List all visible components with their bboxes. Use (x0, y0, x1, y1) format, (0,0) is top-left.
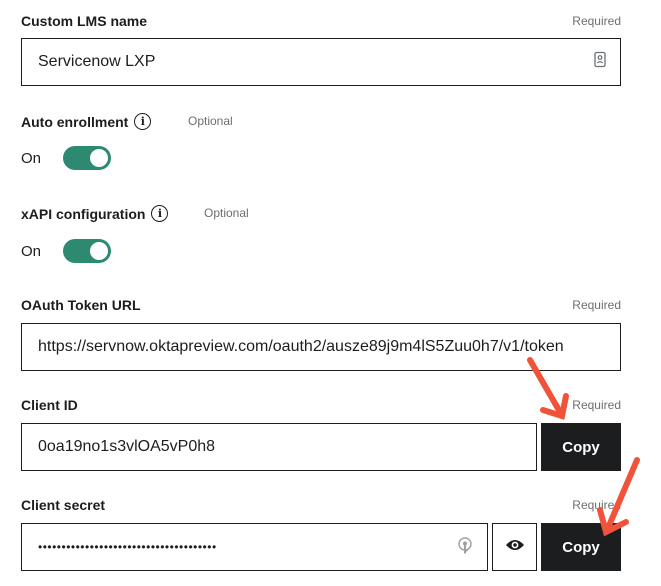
xapi-label-text: xAPI configuration (21, 205, 146, 222)
client-secret-input[interactable]: •••••••••••••••••••••••••••••••••••••• (21, 523, 488, 571)
toggle-knob (90, 242, 109, 260)
xapi-optional: Optional (204, 206, 249, 220)
auto-enrollment-optional: Optional (188, 114, 233, 128)
client-id-copy-button[interactable]: Copy (541, 423, 621, 471)
oauth-required: Required (572, 298, 621, 312)
auto-enrollment-state: On (21, 149, 42, 167)
xapi-toggle-row: On (21, 239, 112, 263)
custom-lms-value: Servicenow LXP (38, 53, 156, 70)
custom-lms-label-text: Custom LMS name (21, 13, 148, 29)
auto-enrollment-label: Auto enrollment i (21, 113, 152, 130)
client-secret-label-text: Client secret (21, 497, 106, 513)
client-secret-copy-button[interactable]: Copy (541, 523, 621, 571)
xapi-state: On (21, 242, 42, 260)
toggle-knob (90, 149, 109, 167)
custom-lms-required: Required (572, 14, 621, 28)
client-id-label-text: Client ID (21, 397, 78, 413)
oauth-input[interactable]: https://servnow.oktapreview.com/oauth2/a… (21, 323, 621, 371)
auto-enrollment-label-text: Auto enrollment (21, 113, 129, 130)
client-id-label: Client ID (21, 397, 78, 413)
xapi-toggle[interactable] (63, 239, 112, 263)
xapi-label: xAPI configuration i (21, 205, 169, 222)
oauth-label-text: OAuth Token URL (21, 297, 141, 313)
key-icon (457, 537, 473, 558)
show-secret-button[interactable] (492, 523, 537, 571)
client-secret-required: Required (572, 498, 621, 512)
client-id-value: 0oa19no1s3vlOA5vP0h8 (38, 438, 216, 455)
auto-enrollment-toggle[interactable] (63, 146, 112, 170)
info-icon[interactable]: i (134, 113, 152, 130)
client-secret-value: •••••••••••••••••••••••••••••••••••••• (38, 540, 217, 554)
oauth-value: https://servnow.oktapreview.com/oauth2/a… (38, 338, 564, 355)
eye-icon (505, 538, 525, 557)
auto-enrollment-toggle-row: On (21, 146, 112, 170)
client-secret-label: Client secret (21, 497, 105, 513)
oauth-label: OAuth Token URL (21, 297, 141, 313)
client-id-required: Required (572, 398, 621, 412)
custom-lms-input[interactable]: Servicenow LXP (21, 38, 621, 86)
info-icon[interactable]: i (151, 205, 169, 222)
custom-lms-label: Custom LMS name (21, 13, 147, 29)
contact-card-icon (594, 51, 606, 73)
client-id-input[interactable]: 0oa19no1s3vlOA5vP0h8 (21, 423, 537, 471)
